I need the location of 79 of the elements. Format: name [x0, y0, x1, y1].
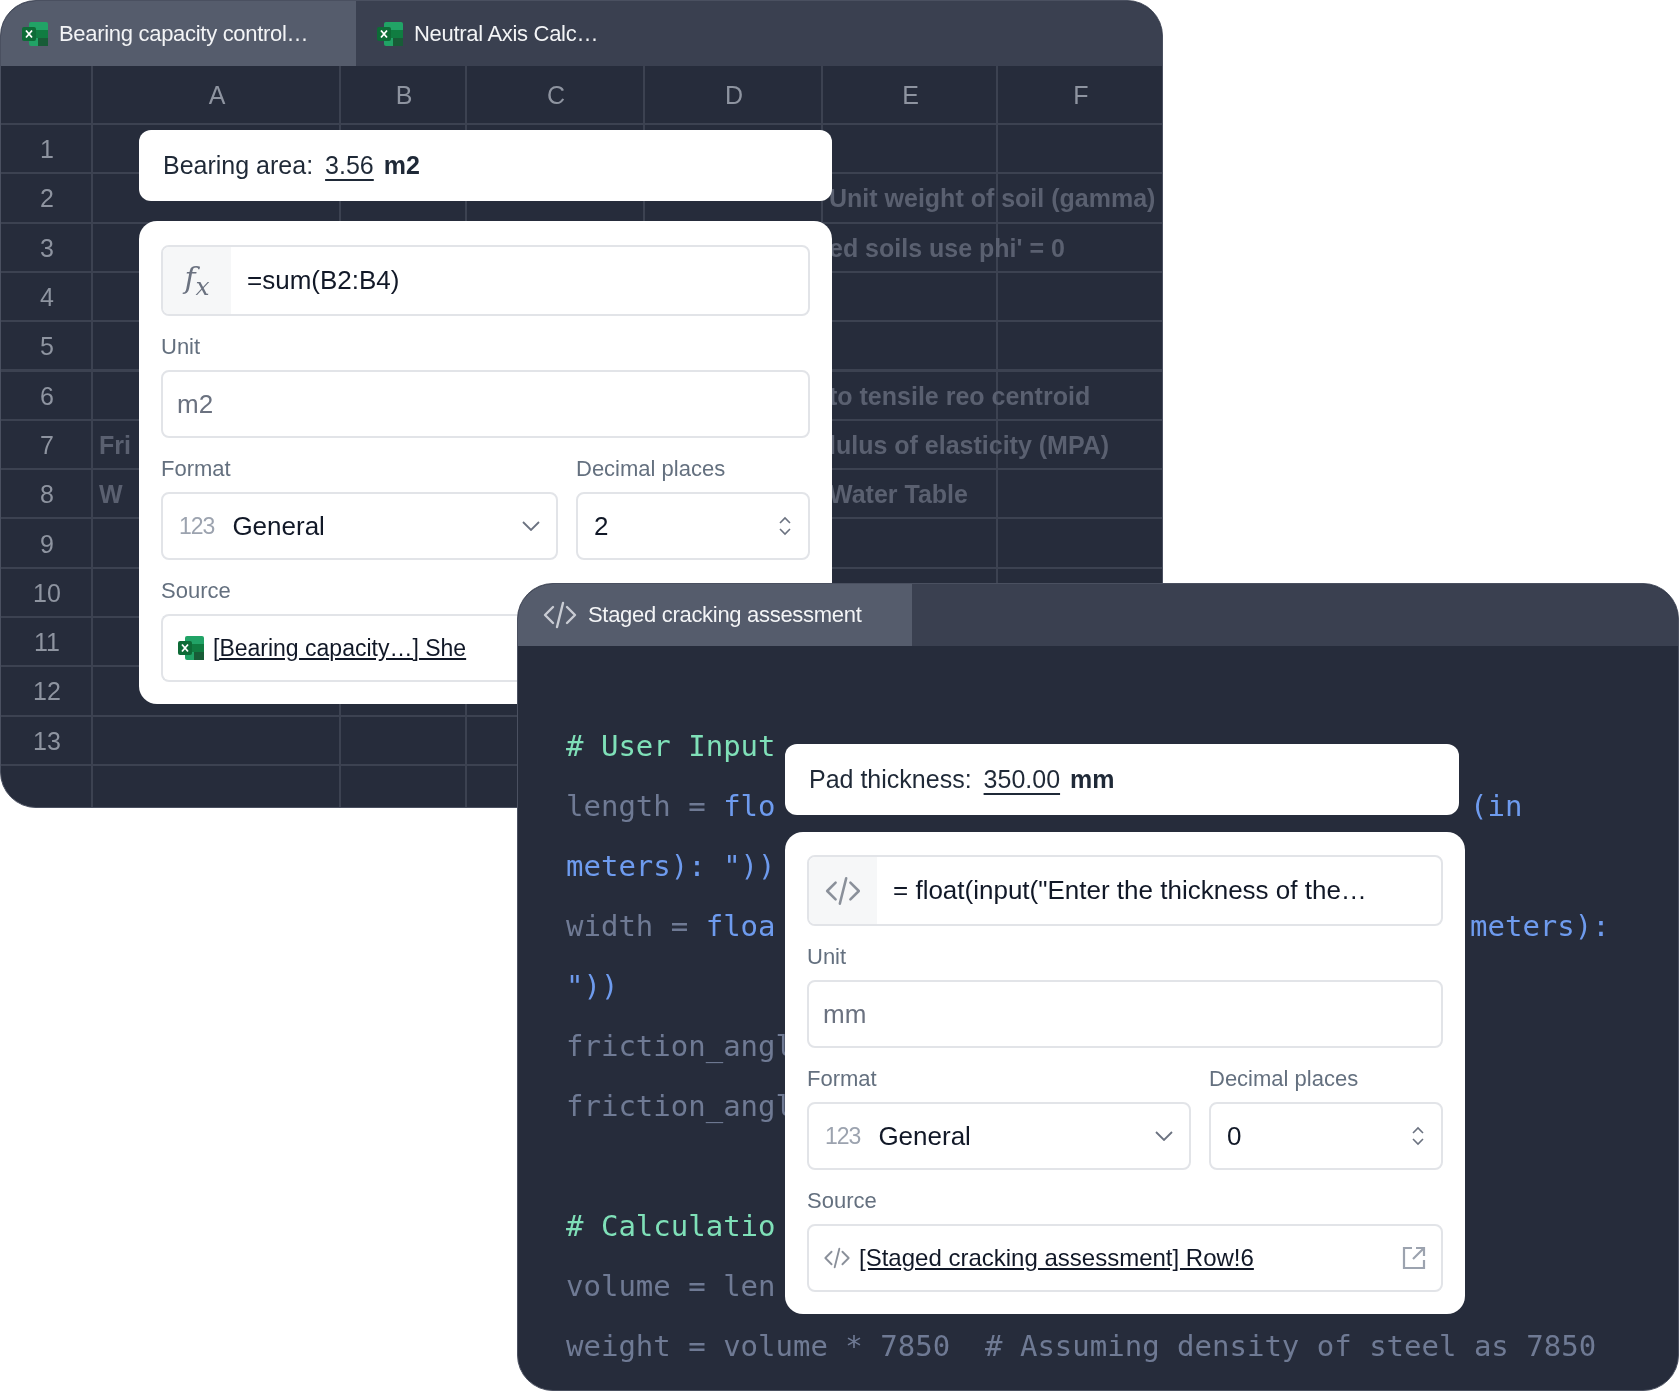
code-line: meters): ")) [566, 849, 776, 883]
row-header[interactable]: 12 [1, 667, 93, 717]
row-header[interactable]: 9 [1, 519, 93, 569]
sheet-tab[interactable]: Bearing capacity control… [1, 1, 356, 66]
row-header[interactable]: 3 [1, 223, 93, 273]
function-icon: f$_{x}$ [184, 260, 210, 301]
external-link-icon[interactable] [1401, 1245, 1427, 1271]
stepper-icon [778, 515, 792, 537]
column-header[interactable]: A [93, 66, 341, 125]
field-label: Unit [161, 334, 202, 360]
column-header[interactable]: B [341, 66, 467, 125]
row-header[interactable]: 5 [1, 322, 93, 372]
column-header[interactable]: F [998, 66, 1162, 125]
code-icon [823, 1246, 851, 1270]
format-value: General [232, 510, 326, 542]
field-label: Format [807, 1066, 878, 1092]
formula-field[interactable]: = float(input("Enter the thickness of the… [807, 855, 1443, 926]
row-header[interactable]: 7 [1, 420, 93, 471]
code-line: volume = len [566, 1269, 776, 1303]
column-header[interactable]: D [645, 66, 823, 125]
result-unit: m2 [383, 151, 420, 180]
column-header[interactable]: E [823, 66, 998, 125]
code-line: weight = volume * 7850 # Assuming density of steel as 7850 [566, 1329, 1597, 1363]
unit-input[interactable]: mm [807, 980, 1443, 1048]
code-line: ")) [566, 969, 619, 1003]
code-tab[interactable]: Staged cracking assessment [518, 584, 912, 646]
row-header[interactable]: 10 [1, 568, 93, 618]
field-label: Unit [807, 944, 848, 970]
format-dropdown[interactable]: 123 General [807, 1102, 1191, 1170]
source-link[interactable]: [Staged cracking assessment] Row!6 [859, 1244, 1393, 1272]
field-label: Source [161, 578, 231, 604]
decimal-value: 2 [594, 510, 610, 542]
row-header[interactable]: 4 [1, 272, 93, 323]
row-header[interactable]: 8 [1, 470, 93, 520]
spreadsheet-icon [177, 635, 205, 661]
spreadsheet-icon [376, 20, 404, 47]
decimal-places-field[interactable]: 2 [576, 492, 810, 560]
number-format-icon: 123 [179, 512, 215, 540]
format-dropdown[interactable]: 123 General [161, 492, 558, 560]
row-header[interactable]: 1 [1, 125, 93, 175]
source-field[interactable]: [Staged cracking assessment] Row!6 [807, 1224, 1443, 1292]
result-value[interactable]: 3.56 [325, 151, 374, 180]
result-unit: mm [1070, 765, 1115, 794]
formula-text: =sum(B2:B4) [246, 264, 400, 297]
result-label: Pad thickness: [809, 765, 972, 794]
number-format-icon: 123 [825, 1122, 861, 1150]
chevron-down-icon [522, 521, 540, 531]
column-header[interactable]: C [467, 66, 645, 125]
code-line: length = flo [566, 789, 776, 823]
spreadsheet-icon [21, 20, 49, 47]
result-value[interactable]: 350.00 [983, 765, 1061, 794]
formula-text: = float(input("Enter the thickness of the… [892, 874, 1367, 907]
row-header[interactable]: 13 [1, 716, 93, 766]
stepper-icon [1411, 1125, 1425, 1147]
chevron-down-icon [1155, 1131, 1173, 1141]
row-header[interactable]: 11 [1, 617, 93, 668]
code-line: friction_angl [566, 1089, 793, 1123]
decimal-value: 0 [1227, 1120, 1243, 1152]
unit-input[interactable]: m2 [161, 370, 810, 438]
code-icon [824, 874, 862, 907]
code-line: friction_angl [566, 1029, 793, 1063]
field-label: Decimal places [1209, 1066, 1360, 1092]
result-label: Bearing area: [163, 151, 314, 180]
code-line: meters): [1470, 909, 1610, 943]
decimal-places-field[interactable]: 0 [1209, 1102, 1443, 1170]
sheet-tab[interactable]: Neutral Axis Calc… [356, 1, 619, 66]
field-label: Source [807, 1188, 877, 1214]
source-link[interactable]: [Bearing capacity…] She [213, 634, 467, 662]
formula-field[interactable]: f$_{x}$ =sum(B2:B4) [161, 245, 810, 316]
code-icon [542, 600, 578, 630]
field-label: Decimal places [576, 456, 727, 482]
code-line: (in [1470, 789, 1523, 823]
row-header[interactable]: 6 [1, 371, 93, 421]
code-line: # User Input [566, 729, 776, 763]
format-value: General [878, 1120, 972, 1152]
code-line: width = floa [566, 909, 776, 943]
field-label: Format [161, 456, 232, 482]
row-header[interactable]: 2 [1, 174, 93, 224]
code-line: # Calculatio [566, 1209, 776, 1243]
